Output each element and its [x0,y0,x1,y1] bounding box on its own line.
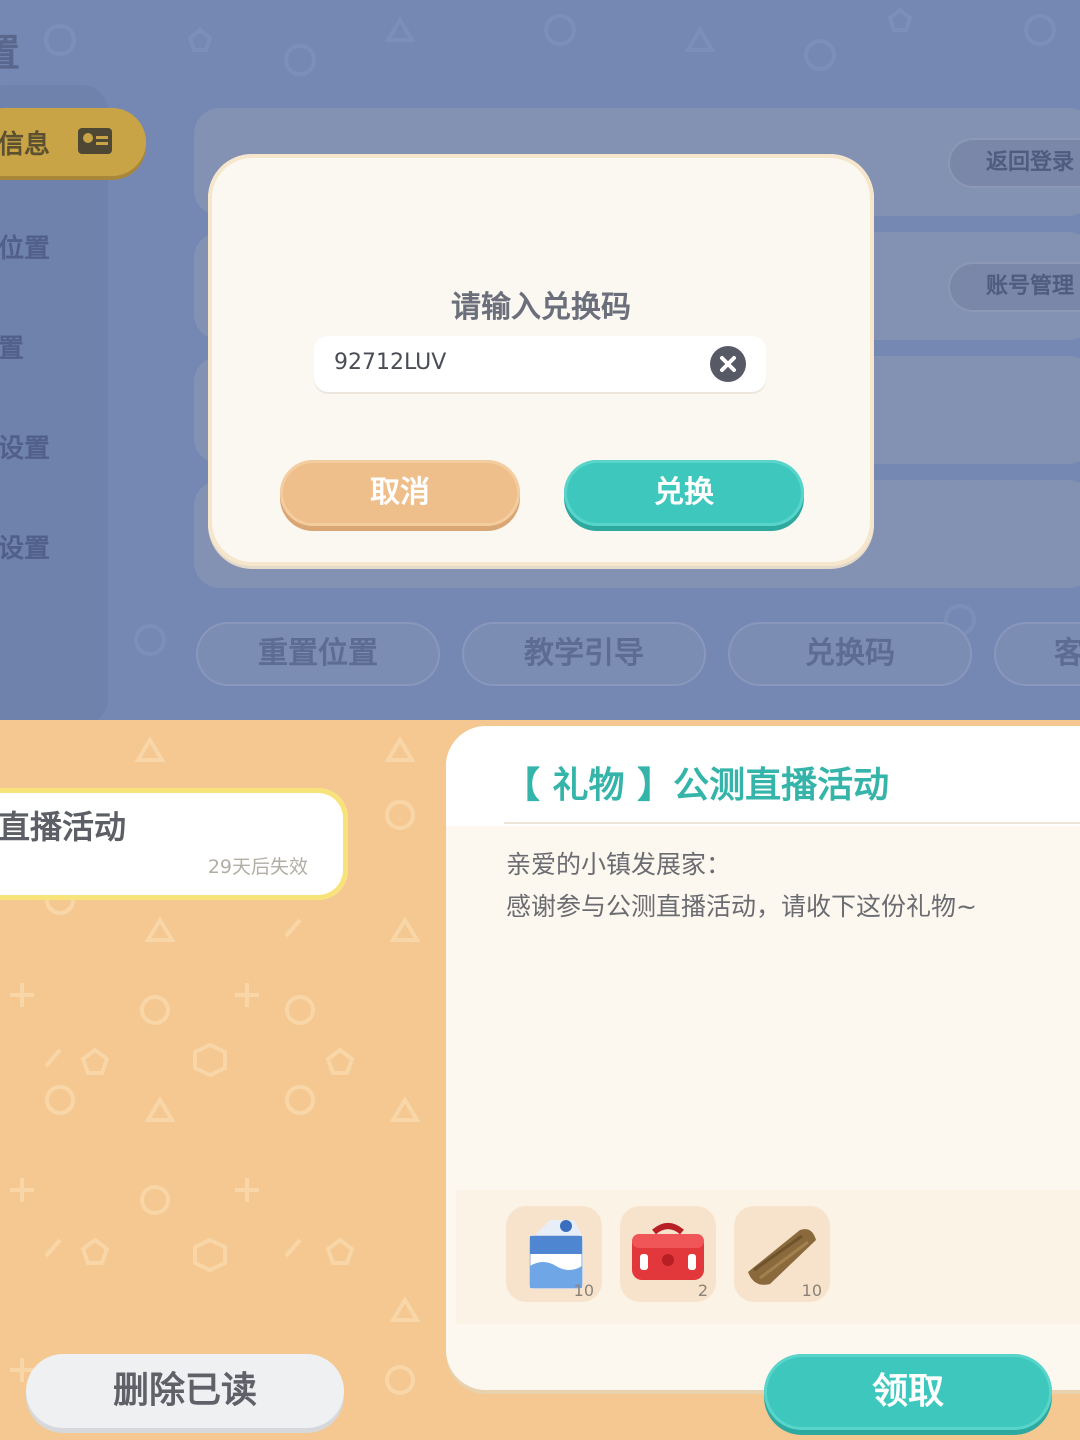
mail-item-title: 直播活动 [0,808,127,846]
settings-screen: 置 信息 位置 置 设置 设置 返回登录 账号管理 重置位置 教学引导 兑换码 … [0,0,1080,720]
redeem-button[interactable]: 兑换 [564,460,804,526]
reward-item-toolbox[interactable]: 2 [620,1206,716,1302]
sidebar-item-info[interactable]: 信息 [0,108,146,176]
mail-list-item[interactable]: 直播活动 29天后失效 [0,788,348,900]
redeem-code-dialog: 请输入兑换码 92712LUV 取消 兑换 [208,154,874,566]
dialog-title: 请输入兑换码 [451,290,631,325]
sidebar-item-settings-2[interactable]: 置 [0,328,24,365]
account-manage-button[interactable]: 账号管理 [948,262,1080,312]
claim-button[interactable]: 领取 [764,1354,1052,1430]
mail-screen: 直播活动 29天后失效 【 礼物 】公测直播活动 亲爱的小镇发展家： 感谢参与公… [0,720,1080,1440]
reward-item-wood[interactable]: 10 [734,1206,830,1302]
sidebar [0,85,108,720]
reward-item-milk[interactable]: 10 [506,1206,602,1302]
sidebar-item-settings-3[interactable]: 设置 [0,428,50,465]
mail-message: 感谢参与公测直播活动，请收下这份礼物~ [506,892,977,921]
tutorial-button[interactable]: 教学引导 [462,622,706,686]
mail-detail-body: 亲爱的小镇发展家： 感谢参与公测直播活动，请收下这份礼物~ [506,844,977,928]
redeem-code-button[interactable]: 兑换码 [728,622,972,686]
page-title: 置 [0,31,21,75]
redeem-code-input[interactable]: 92712LUV [314,336,766,392]
return-login-button[interactable]: 返回登录 [948,138,1080,188]
reward-count: 10 [573,1281,594,1300]
sidebar-item-label: 信息 [0,130,51,160]
customer-service-button[interactable]: 客 [994,622,1080,686]
reward-count: 2 [697,1281,708,1300]
mail-detail-title: 【 礼物 】公测直播活动 [504,765,890,806]
id-card-icon [78,128,112,154]
reset-position-button[interactable]: 重置位置 [196,622,440,686]
delete-read-button[interactable]: 删除已读 [26,1354,344,1428]
mail-item-expiry: 29天后失效 [207,856,308,878]
mail-greeting: 亲爱的小镇发展家： [506,850,732,879]
reward-items: 10 2 10 [456,1190,1080,1324]
mail-detail-panel: 【 礼物 】公测直播活动 亲爱的小镇发展家： 感谢参与公测直播活动，请收下这份礼… [446,726,1080,1390]
sidebar-item-position[interactable]: 位置 [0,228,50,265]
clear-input-icon[interactable] [710,346,746,382]
reward-count: 10 [801,1281,822,1300]
sidebar-item-settings-4[interactable]: 设置 [0,528,50,565]
redeem-code-value: 92712LUV [334,350,447,375]
cancel-button[interactable]: 取消 [280,460,520,526]
divider [504,822,1080,824]
